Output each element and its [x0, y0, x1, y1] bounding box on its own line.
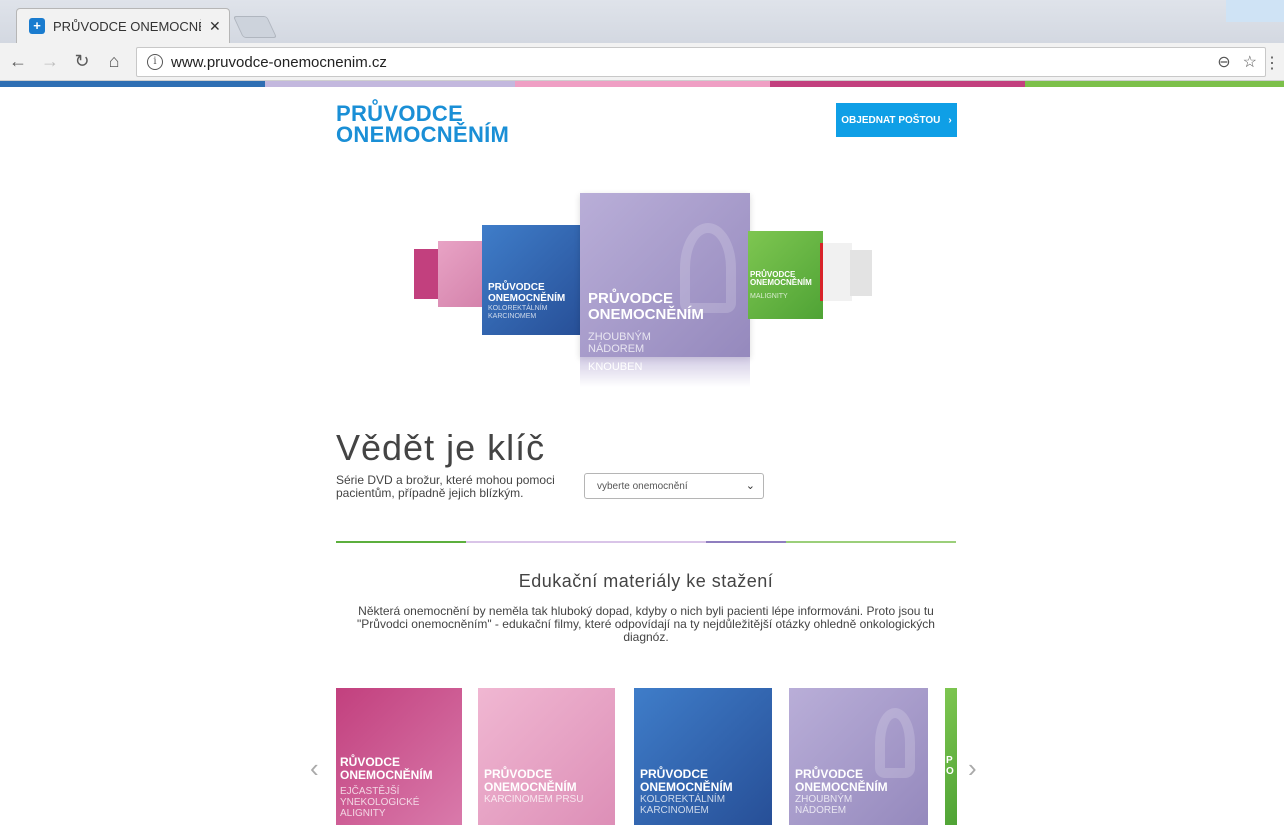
window-corner	[1226, 0, 1284, 22]
hero-cover-far-right[interactable]	[850, 250, 872, 296]
hero-cover-left-2[interactable]	[438, 241, 486, 307]
select-placeholder: vyberte onemocnění	[597, 480, 688, 492]
site-logo[interactable]: PRŮVODCE ONEMOCNĚNÍM	[336, 103, 509, 146]
downloads-intro: Některá onemocnění by neměla tak hluboký…	[357, 604, 935, 644]
download-item[interactable]: P O	[945, 688, 957, 825]
reload-icon[interactable]: ↻	[68, 48, 96, 76]
download-item[interactable]: RŮVODCE ONEMOCNĚNÍM EJČASTĚJŠÍ YNEKOLOGI…	[336, 688, 462, 825]
forward-arrow-icon[interactable]: →	[36, 48, 64, 76]
hero-cover-main[interactable]: PRŮVODCE ONEMOCNĚNÍM ZHOUBNÝM NÁDOREM	[580, 193, 750, 357]
download-item[interactable]: PRŮVODCE ONEMOCNĚNÍM KARCINOMEM PRSU	[478, 688, 615, 825]
zoom-icon[interactable]: ⊖	[1217, 52, 1230, 72]
page-heading: Vědět je klíč	[336, 427, 546, 468]
section-divider	[336, 541, 956, 543]
browser-toolbar: ← → ↻ ⌂ i www.pruvodce-onemocnenim.cz ⊖ …	[0, 43, 1284, 81]
download-item[interactable]: PRŮVODCE ONEMOCNĚNÍM ZHOUBNÝM NÁDOREM	[789, 688, 928, 825]
tab-title: PRŮVODCE ONEMOCNĚNÍ	[53, 18, 201, 34]
hero-cover-reflection: KNOUBEN	[580, 357, 750, 387]
browser-tab[interactable]: + PRŮVODCE ONEMOCNĚNÍ ✕	[16, 8, 230, 43]
browser-tabstrip: + PRŮVODCE ONEMOCNĚNÍ ✕	[0, 0, 1284, 43]
hero-cover-right[interactable]: PRŮVODCE ONEMOCNĚNÍM MALIGNITY	[748, 231, 823, 319]
new-tab-button[interactable]	[232, 16, 278, 38]
close-tab-icon[interactable]: ✕	[209, 18, 221, 35]
hero-cover-left[interactable]: PRŮVODCE ONEMOCNĚNÍM KOLOREKTÁLNÍM KARCI…	[482, 225, 582, 335]
page-content: PRŮVODCE ONEMOCNĚNÍM OBJEDNAT POŠTOU › P…	[0, 87, 1284, 825]
site-favicon-icon: +	[29, 18, 45, 34]
order-button-label: OBJEDNAT POŠTOU	[841, 114, 941, 126]
home-icon[interactable]: ⌂	[100, 48, 128, 76]
bookmark-star-icon[interactable]: ☆	[1243, 52, 1257, 72]
disease-select[interactable]: vyberte onemocnění ⌄	[584, 473, 764, 499]
address-bar[interactable]: i www.pruvodce-onemocnenim.cz ⊖ ☆	[136, 47, 1266, 77]
browser-menu-icon[interactable]: ⋮	[1264, 53, 1280, 73]
hero-cover-right-2[interactable]	[820, 243, 852, 301]
carousel-next-icon[interactable]: ›	[968, 753, 977, 784]
download-item[interactable]: PRŮVODCE ONEMOCNĚNÍM KOLOREKTÁLNÍM KARCI…	[634, 688, 772, 825]
address-url[interactable]: www.pruvodce-onemocnenim.cz	[171, 54, 387, 71]
back-arrow-icon[interactable]: ←	[4, 48, 32, 76]
intro-subtext: Série DVD a brožur, které mohou pomoci p…	[336, 473, 555, 500]
carousel-prev-icon[interactable]: ‹	[310, 753, 319, 784]
chevron-down-icon: ⌄	[745, 480, 755, 492]
order-by-post-button[interactable]: OBJEDNAT POŠTOU ›	[836, 103, 957, 137]
site-info-icon[interactable]: i	[147, 54, 163, 70]
downloads-title: Edukační materiály ke stažení	[518, 571, 774, 591]
chevron-right-icon: ›	[948, 114, 952, 126]
